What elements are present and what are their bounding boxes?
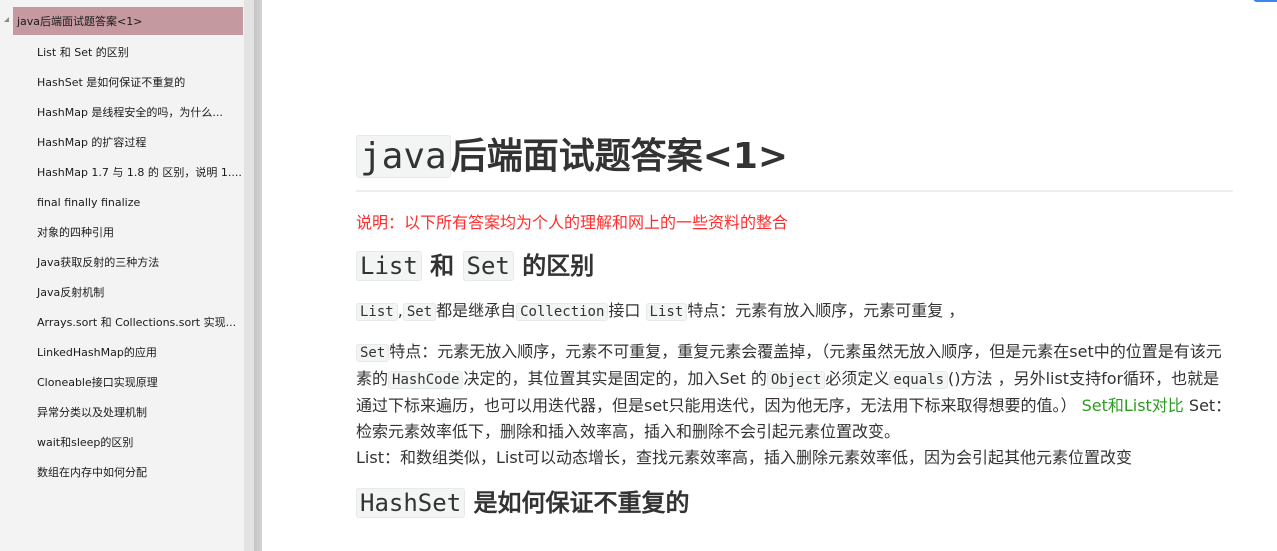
heading-code: List	[356, 251, 422, 281]
outline-item-root[interactable]: java后端面试题答案<1>	[13, 7, 243, 35]
outline-item[interactable]: final finally finalize	[0, 188, 244, 218]
text: 决定的，其位置其实是固定的，加入Set 的	[463, 369, 767, 388]
inline-code: List	[356, 303, 398, 321]
heading-code: HashSet	[356, 488, 466, 518]
section-heading-list-set: List 和 Set 的区别	[356, 246, 1233, 286]
text: 必须定义	[825, 369, 890, 388]
text: List：和数组类似，List可以动态增长，查找元素效率高，插入删除元素效率低，…	[356, 448, 1132, 467]
outline-sidebar: java后端面试题答案<1> List 和 Set 的区别 HashSet 是如…	[0, 0, 244, 551]
title-text: 后端面试题答案<1>	[450, 136, 789, 177]
inline-code: equals	[889, 371, 948, 389]
inline-code: Set	[356, 344, 390, 362]
inline-code: Collection	[516, 303, 609, 321]
paragraph: Set 特点：元素无放入顺序，元素不可重复，重复元素会覆盖掉，（元素虽然无放入顺序…	[356, 339, 1233, 471]
outline-item[interactable]: Java反射机制	[0, 278, 244, 308]
heading-code: Set	[462, 251, 514, 281]
outline-item[interactable]: HashMap 的扩容过程	[0, 128, 244, 158]
outline-item-label: java后端面试题答案<1>	[17, 15, 143, 28]
outline-item[interactable]: Cloneable接口实现原理	[0, 368, 244, 398]
outline-item[interactable]: HashSet 是如何保证不重复的	[0, 68, 244, 98]
green-highlight-text: Set和List对比	[1081, 396, 1184, 415]
outline-item[interactable]: LinkedHashMap的应用	[0, 338, 244, 368]
inline-code: List	[645, 303, 688, 321]
outline-item[interactable]: HashMap 1.7 与 1.8 的 区别，说明 1....	[0, 158, 244, 188]
inline-code: Object	[766, 371, 826, 389]
note-text: 说明：以下所有答案均为个人的理解和网上的一些资料的整合	[356, 213, 789, 232]
outline-item[interactable]: HashMap 是线程安全的吗，为什么...	[0, 98, 244, 128]
outline-item[interactable]: 对象的四种引用	[0, 218, 244, 248]
section-heading-hashset: HashSet 是如何保证不重复的	[356, 483, 1233, 523]
outline-item[interactable]: wait和sleep的区别	[0, 428, 244, 458]
outline-item[interactable]: 异常分类以及处理机制	[0, 398, 244, 428]
text: 都是继承自	[436, 301, 517, 320]
text: 特点：元素有放入顺序，元素可重复 ，	[687, 301, 965, 320]
app-window: java后端面试题答案<1> List 和 Set 的区别 HashSet 是如…	[0, 0, 1277, 551]
outline-item[interactable]: Arrays.sort 和 Collections.sort 实现...	[0, 308, 244, 338]
document-body: java 后端面试题答案<1> 说明：以下所有答案均为个人的理解和网上的一些资料的…	[356, 132, 1233, 523]
outline-item[interactable]: Java获取反射的三种方法	[0, 248, 244, 278]
heading-text: 的区别	[522, 252, 595, 280]
outline-list: List 和 Set 的区别 HashSet 是如何保证不重复的 HashMap…	[0, 38, 244, 488]
text: 接口	[608, 301, 641, 320]
sidebar-splitter-shadow	[254, 0, 262, 551]
document-title: java 后端面试题答案<1>	[356, 132, 1233, 192]
inline-code: Set	[402, 303, 437, 321]
inline-code: HashCode	[388, 371, 464, 389]
title-code: java	[356, 135, 451, 178]
heading-text: 是如何保证不重复的	[473, 489, 690, 517]
paragraph: List, Set 都是继承自 Collection 接口 List 特点：元素有放入顺序…	[356, 298, 1233, 325]
outline-item[interactable]: List 和 Set 的区别	[0, 38, 244, 68]
sidebar-splitter[interactable]	[244, 0, 254, 551]
scroll-indicator	[1253, 0, 1277, 2]
collapse-triangle-icon[interactable]	[4, 17, 9, 22]
document-content: java 后端面试题答案<1> 说明：以下所有答案均为个人的理解和网上的一些资料的…	[262, 0, 1277, 551]
heading-text: 和	[430, 252, 455, 280]
outline-item[interactable]: 数组在内存中如何分配	[0, 458, 244, 488]
